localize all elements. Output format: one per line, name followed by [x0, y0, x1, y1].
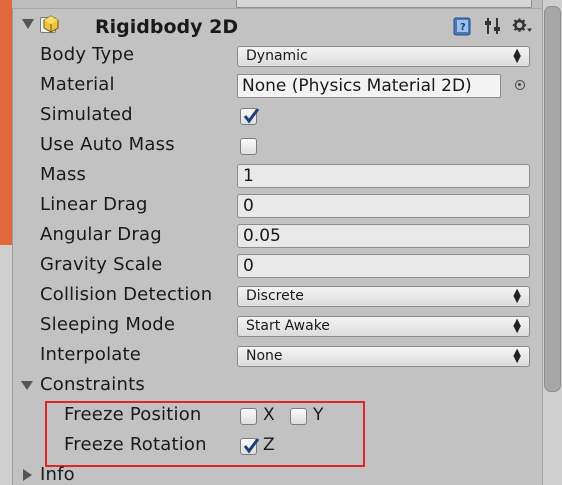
- collision-detection-dropdown[interactable]: Discrete ▲ ▼: [237, 286, 530, 307]
- use-auto-mass-label: Use Auto Mass: [40, 134, 175, 155]
- linear-drag-field[interactable]: 0: [237, 194, 530, 218]
- constraints-foldout-arrow[interactable]: [21, 381, 33, 390]
- object-picker-icon[interactable]: [515, 80, 525, 90]
- angular-drag-label: Angular Drag: [40, 224, 162, 245]
- sleeping-mode-label: Sleeping Mode: [40, 314, 176, 335]
- material-object-field[interactable]: None (Physics Material 2D): [237, 74, 501, 98]
- scene-edge-gray: [0, 245, 12, 485]
- use-auto-mass-checkbox[interactable]: [240, 138, 257, 155]
- component-title: Rigidbody 2D: [95, 16, 239, 38]
- svg-text:?: ?: [460, 22, 466, 33]
- sleeping-mode-dropdown[interactable]: Start Awake ▲ ▼: [237, 316, 530, 337]
- linear-drag-label: Linear Drag: [40, 194, 148, 215]
- scene-edge-orange: [0, 0, 12, 245]
- simulated-checkbox[interactable]: [240, 108, 260, 125]
- interpolate-dropdown[interactable]: None ▲ ▼: [237, 346, 530, 367]
- sleeping-mode-value: Start Awake: [246, 318, 330, 334]
- body-type-value: Dynamic: [246, 48, 308, 64]
- gravity-scale-label: Gravity Scale: [40, 254, 163, 275]
- scrollbar-thumb[interactable]: [544, 6, 561, 392]
- dropdown-arrows-icon: ▲ ▼: [513, 317, 521, 335]
- help-book-icon[interactable]: ?: [452, 16, 472, 36]
- checkmark-icon: [243, 108, 260, 124]
- preset-sliders-icon[interactable]: [483, 16, 503, 36]
- body-type-dropdown[interactable]: Dynamic ▲ ▼: [237, 46, 530, 67]
- component-foldout-arrow[interactable]: [22, 19, 34, 29]
- mass-field[interactable]: 1: [237, 164, 530, 188]
- gear-icon[interactable]: [512, 16, 532, 36]
- interpolate-label: Interpolate: [40, 344, 142, 365]
- angular-drag-field[interactable]: 0.05: [237, 224, 530, 248]
- material-label: Material: [40, 74, 115, 95]
- previous-field-edge: [236, 0, 532, 8]
- collision-detection-value: Discrete: [246, 288, 304, 304]
- constraints-label[interactable]: Constraints: [40, 374, 145, 395]
- collision-detection-label: Collision Detection: [40, 284, 213, 305]
- gravity-scale-field[interactable]: 0: [237, 254, 530, 278]
- info-label[interactable]: Info: [40, 464, 75, 485]
- mass-label: Mass: [40, 164, 87, 185]
- body-type-label: Body Type: [40, 44, 135, 65]
- scene-edge: [0, 0, 13, 485]
- dropdown-arrows-icon: ▲ ▼: [513, 47, 521, 65]
- interpolate-value: None: [246, 348, 283, 364]
- info-foldout-arrow[interactable]: [23, 469, 32, 481]
- dropdown-arrows-icon: ▲ ▼: [513, 287, 521, 305]
- rigidbody-icon: [43, 15, 59, 33]
- constraints-highlight-box: [45, 401, 365, 467]
- dropdown-arrows-icon: ▲ ▼: [513, 347, 521, 365]
- simulated-label: Simulated: [40, 104, 133, 125]
